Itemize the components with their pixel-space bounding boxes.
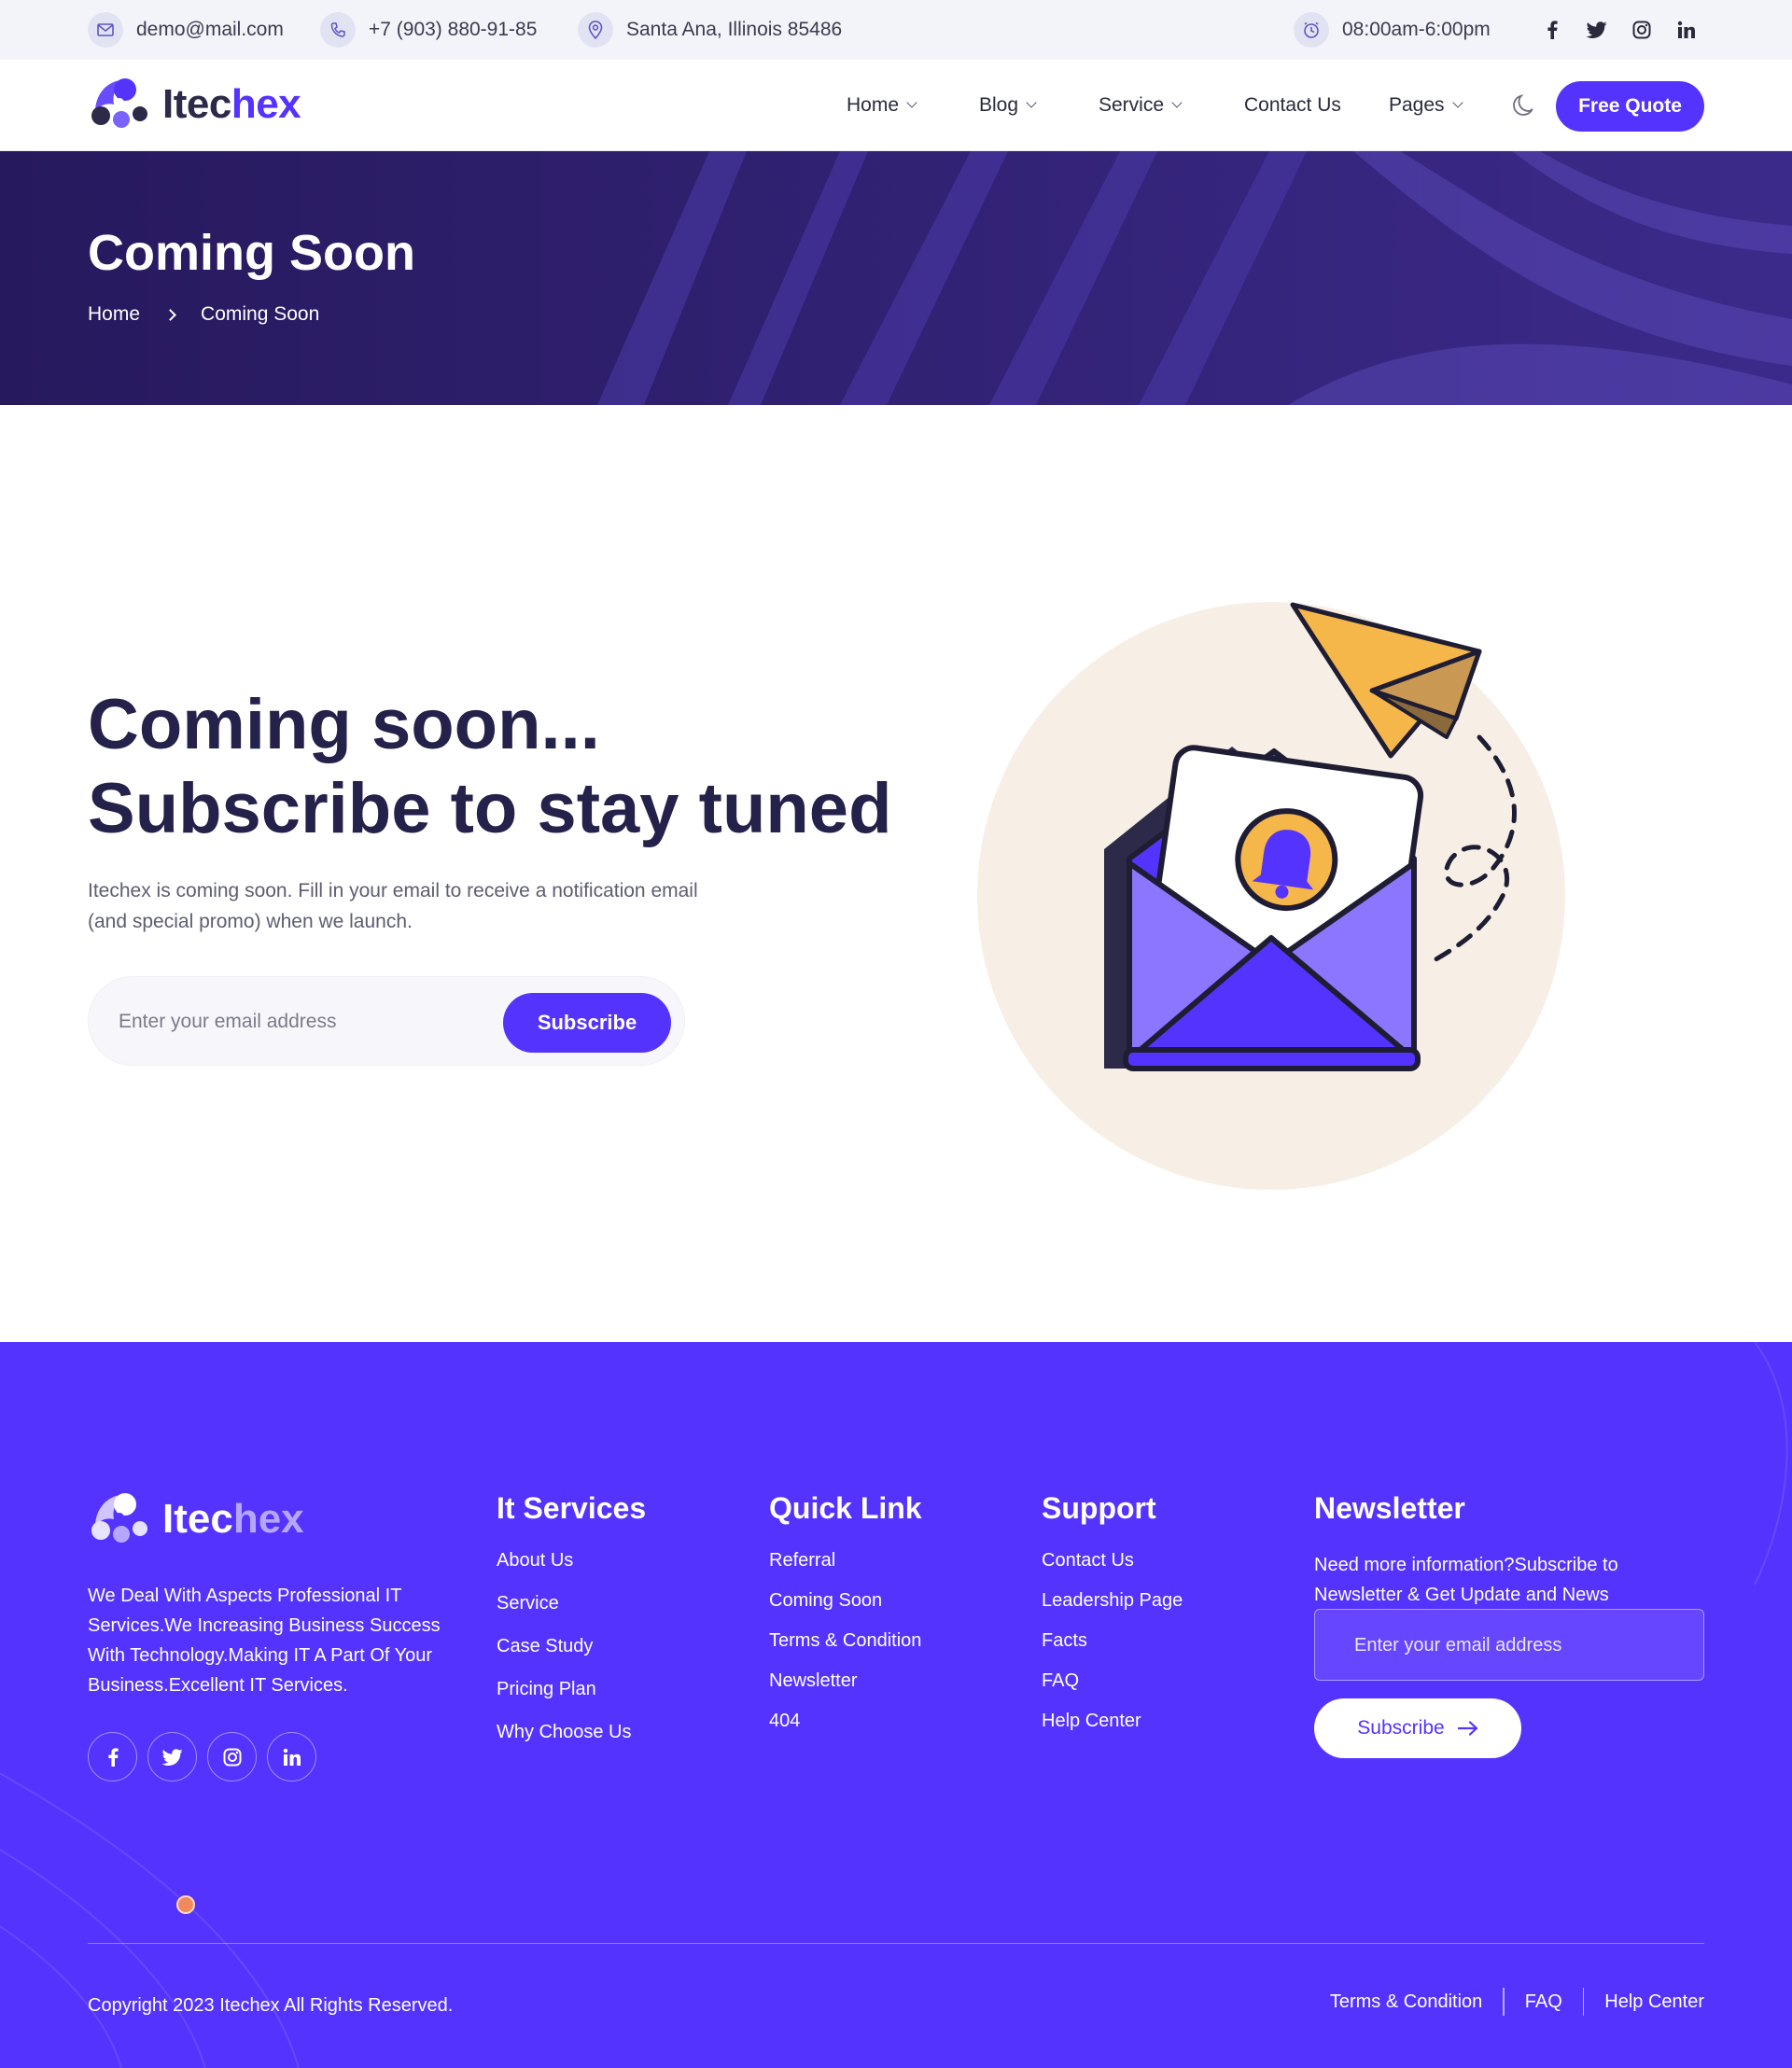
footer-socials [88, 1732, 316, 1782]
email-input[interactable] [119, 1003, 473, 1041]
breadcrumb: Home Coming Soon [88, 303, 319, 326]
heading-line-1: Coming soon... [88, 685, 600, 764]
dark-mode-toggle-moon-icon[interactable] [1512, 93, 1536, 118]
topbar-hours-text: 08:00am-6:00pm [1342, 19, 1491, 40]
nav-contact-label: Contact Us [1244, 94, 1341, 116]
coming-soon-heading: Coming soon... Subscribe to stay tuned [88, 683, 892, 851]
instagram-icon[interactable] [1631, 19, 1653, 41]
newsletter-email-input[interactable] [1354, 1627, 1672, 1664]
chevron-right-icon [164, 308, 176, 321]
footer-about-text: We Deal With Aspects Professional IT Ser… [88, 1586, 441, 1696]
nav-home-label: Home [847, 94, 900, 116]
topbar-email-text: demo@mail.com [136, 19, 284, 40]
scroll-indicator-dot [176, 1895, 195, 1914]
newsletter-input-wrapper [1314, 1609, 1704, 1681]
footer-col-title: Newsletter [1314, 1491, 1465, 1525]
footer-link[interactable]: Service [497, 1593, 646, 1636]
bottom-link-help-center[interactable]: Help Center [1604, 1991, 1704, 2013]
footer-link[interactable]: Why Choose Us [497, 1722, 646, 1765]
logo[interactable]: Itechex [88, 75, 301, 134]
arrow-right-icon [1457, 1721, 1477, 1736]
link-separator [1503, 1988, 1505, 2016]
footer-link[interactable]: Coming Soon [769, 1590, 922, 1630]
footer-link[interactable]: Terms & Condition [769, 1630, 922, 1670]
footer-link[interactable]: FAQ [1042, 1670, 1183, 1711]
logo-icon [91, 78, 147, 128]
coming-soon-description: Itechex is coming soon. Fill in your ema… [88, 880, 698, 932]
footer-link[interactable]: Help Center [1042, 1711, 1183, 1751]
facebook-icon[interactable] [1541, 19, 1563, 41]
free-quote-button[interactable]: Free Quote [1556, 81, 1704, 132]
footer-link[interactable]: About Us [497, 1550, 646, 1593]
footer-bottom-links: Terms & Condition FAQ Help Center [1330, 1988, 1704, 2016]
linkedin-icon[interactable] [1675, 19, 1698, 41]
logo-text: Itechex [162, 81, 301, 127]
topbar-email[interactable]: demo@mail.com [88, 0, 284, 60]
footer-col-quick-link: Quick Link Referral Coming Soon Terms & … [769, 1491, 922, 1751]
nav-service[interactable]: Service [1099, 60, 1183, 151]
nav-blog[interactable]: Blog [979, 60, 1037, 151]
footer-link[interactable]: Contact Us [1042, 1550, 1183, 1590]
location-pin-icon [578, 12, 613, 48]
nav-pages[interactable]: Pages [1389, 60, 1463, 151]
footer-divider [88, 1943, 1704, 1944]
footer-link[interactable]: Leadership Page [1042, 1590, 1183, 1630]
top-bar: demo@mail.com +7 (903) 880-91-85 Santa A… [0, 0, 1792, 60]
chevron-down-icon [1171, 97, 1183, 108]
footer-link[interactable]: 404 [769, 1711, 922, 1751]
footer-link[interactable]: Pricing Plan [497, 1679, 646, 1722]
nav-pages-label: Pages [1389, 94, 1445, 116]
logo-icon [91, 1493, 147, 1543]
topbar-address: Santa Ana, Illinois 85486 [578, 0, 842, 60]
subscribe-form: Subscribe [88, 976, 685, 1066]
page-banner: Coming Soon Home Coming Soon [0, 151, 1792, 405]
chevron-down-icon [906, 97, 917, 108]
topbar-hours: 08:00am-6:00pm [1294, 0, 1491, 60]
footer-link[interactable]: Referral [769, 1550, 922, 1590]
footer-logo[interactable]: Itechex [88, 1489, 304, 1549]
nav-contact-us[interactable]: Contact Us [1244, 60, 1341, 151]
mail-icon [88, 12, 123, 48]
footer-col-title: Quick Link [769, 1491, 922, 1525]
chevron-down-icon [1451, 97, 1463, 108]
breadcrumb-home-link[interactable]: Home [88, 303, 140, 326]
main-header: Itechex Home Blog Service Contact Us Pag… [0, 60, 1792, 151]
page-title: Coming Soon [88, 225, 415, 281]
nav-service-label: Service [1099, 94, 1165, 116]
subscribe-button[interactable]: Subscribe [503, 993, 671, 1053]
nav-home[interactable]: Home [847, 60, 917, 151]
site-footer: Itechex We Deal With Aspects Professiona… [0, 1342, 1792, 2068]
bottom-link-faq[interactable]: FAQ [1525, 1991, 1562, 2013]
footer-col-title: It Services [497, 1491, 647, 1525]
footer-col-title: Support [1042, 1491, 1156, 1525]
footer-link[interactable]: Case Study [497, 1636, 646, 1679]
newsletter-description: Need more information?Subscribe to Newsl… [1314, 1555, 1618, 1605]
footer-link[interactable]: Facts [1042, 1630, 1183, 1670]
twitter-icon[interactable] [1586, 19, 1608, 41]
topbar-address-text: Santa Ana, Illinois 85486 [626, 19, 843, 40]
phone-icon [320, 12, 356, 48]
footer-col-support: Support Contact Us Leadership Page Facts… [1042, 1491, 1183, 1751]
heading-line-2: Subscribe to stay tuned [88, 769, 892, 848]
footer-newsletter: Newsletter Need more information?Subscri… [1314, 1491, 1706, 1771]
footer-logo-text: Itechex [162, 1496, 304, 1542]
bottom-link-terms[interactable]: Terms & Condition [1330, 1991, 1482, 2013]
linkedin-icon[interactable] [267, 1732, 316, 1782]
clock-icon [1294, 12, 1329, 48]
newsletter-subscribe-label: Subscribe [1357, 1717, 1445, 1739]
chevron-down-icon [1026, 97, 1037, 108]
footer-link[interactable]: Newsletter [769, 1670, 922, 1711]
footer-col-it-services: It Services About Us Service Case Study … [497, 1491, 646, 1765]
newsletter-subscribe-button[interactable]: Subscribe [1314, 1698, 1521, 1758]
link-separator [1582, 1988, 1585, 2016]
breadcrumb-current: Coming Soon [201, 303, 320, 325]
topbar-phone[interactable]: +7 (903) 880-91-85 [320, 0, 537, 60]
twitter-icon[interactable] [147, 1732, 197, 1782]
topbar-phone-text: +7 (903) 880-91-85 [369, 19, 538, 40]
envelope-illustration [977, 602, 1565, 1190]
nav-blog-label: Blog [979, 94, 1019, 116]
copyright-text: Copyright 2023 Itechex All Rights Reserv… [88, 1995, 454, 2016]
instagram-icon[interactable] [207, 1732, 257, 1782]
facebook-icon[interactable] [88, 1732, 137, 1782]
